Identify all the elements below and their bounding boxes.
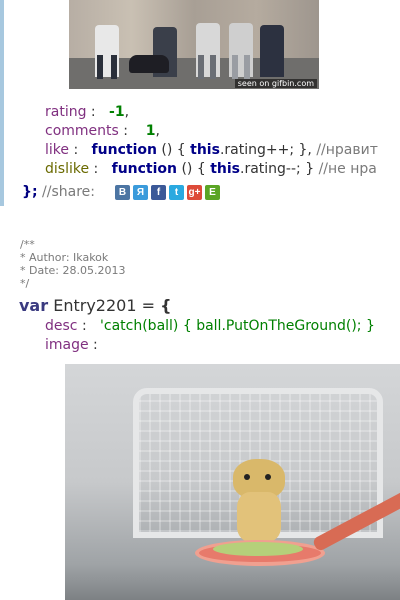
twitter-icon[interactable]: t xyxy=(169,185,184,200)
dislike-body-post: .rating--; } xyxy=(240,161,315,177)
share-comment: //share: xyxy=(42,184,95,200)
dislike-comment: //не нра xyxy=(318,161,377,177)
colon: : xyxy=(89,161,112,177)
share-icons: В Яf t g+ E xyxy=(115,185,223,201)
doc-comment-close: */ xyxy=(20,277,30,290)
desc-value: 'catch(ball) { ball.PutOnTheGround(); } xyxy=(100,318,375,334)
like-function-keyword: function xyxy=(91,142,157,158)
date-line: * Date: 28.05.2013 xyxy=(20,264,126,277)
like-this-keyword: this xyxy=(190,142,220,158)
entry-gif-image-2[interactable] xyxy=(65,364,400,600)
legs xyxy=(232,55,238,79)
vkontakte-icon[interactable]: В xyxy=(115,185,130,200)
facebook-icon[interactable]: f xyxy=(151,185,166,200)
colon: : xyxy=(77,318,101,334)
frisbee-inner xyxy=(213,542,303,556)
puppy-eye xyxy=(265,474,271,480)
image-key: image xyxy=(45,337,89,353)
doc-comment-open: /** xyxy=(20,238,35,251)
comments-count[interactable]: 1 xyxy=(146,123,156,139)
like-comment: //нравит xyxy=(316,142,378,158)
dislike-line[interactable]: dislike : function () { this.rating--; }… xyxy=(45,160,377,178)
image-line: image : xyxy=(45,336,98,354)
comments-key: comments xyxy=(45,123,119,139)
var-keyword: var xyxy=(19,296,49,315)
like-line[interactable]: like : function () { this.rating++; }, /… xyxy=(45,141,378,159)
yandex-icon[interactable]: Я xyxy=(133,185,148,200)
open-brace: { xyxy=(160,296,172,315)
comma: , xyxy=(155,123,160,139)
puppy-body xyxy=(237,492,281,542)
desc-key: desc xyxy=(45,318,78,334)
legs xyxy=(210,55,216,79)
person-figure xyxy=(260,25,284,77)
google-plus-icon[interactable]: g+ xyxy=(187,185,202,200)
rating-line: rating : -1, xyxy=(45,103,129,121)
author-line: * Author: Ikakok xyxy=(20,251,109,264)
comma: , xyxy=(124,104,130,120)
comments-line: comments : 1, xyxy=(45,122,160,140)
entry-gif-image[interactable]: seen on gifbin.com xyxy=(69,0,319,89)
legs xyxy=(244,55,250,79)
var-declaration: var Entry2201 = { xyxy=(19,296,171,316)
legs xyxy=(97,55,103,79)
entry-card-2: /** * Author: Ikakok * Date: 28.05.2013 … xyxy=(0,206,400,600)
colon: : xyxy=(88,337,98,353)
colon: : xyxy=(118,123,146,139)
rating-value: -1 xyxy=(109,104,125,120)
gif-watermark: seen on gifbin.com xyxy=(234,79,317,88)
equals-sign: = xyxy=(136,296,161,315)
colon: : xyxy=(86,104,110,120)
dislike-key[interactable]: dislike xyxy=(45,161,89,177)
entry-name: Entry2201 xyxy=(53,296,137,315)
dislike-this-keyword: this xyxy=(210,161,240,177)
puppy-eye xyxy=(244,474,250,480)
close-share-line: }; //share: xyxy=(22,183,95,201)
like-key[interactable]: like xyxy=(45,142,69,158)
entry-card-1: seen on gifbin.com rating : -1, comments… xyxy=(0,0,400,206)
dislike-function-keyword: function xyxy=(111,161,178,177)
like-body-post: .rating++; }, xyxy=(219,142,312,158)
evernote-icon[interactable]: E xyxy=(205,185,220,200)
rating-key: rating xyxy=(45,104,87,120)
bag-on-ground xyxy=(129,55,169,73)
doc-comment: /** * Author: Ikakok * Date: 28.05.2013 … xyxy=(20,238,125,290)
dislike-body-pre: () { xyxy=(181,161,211,177)
close-brace: }; xyxy=(22,184,38,200)
legs xyxy=(198,55,204,79)
legs xyxy=(111,55,117,79)
like-body-pre: () { xyxy=(161,142,191,158)
colon: : xyxy=(69,142,92,158)
desc-line: desc : 'catch(ball) { ball.PutOnTheGroun… xyxy=(45,317,375,335)
